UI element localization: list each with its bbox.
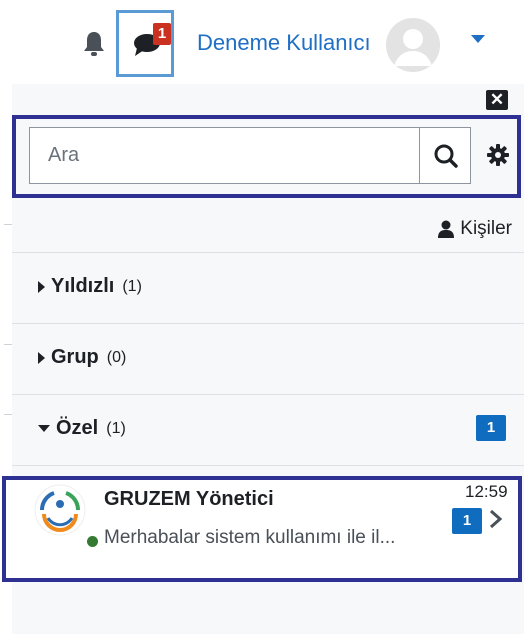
search-input[interactable] xyxy=(29,127,419,184)
bell-icon[interactable] xyxy=(82,30,106,58)
section-count: (0) xyxy=(106,348,127,366)
top-navbar: 1 Deneme Kullanıcı xyxy=(0,0,524,84)
caret-right-icon xyxy=(38,280,45,293)
section-count: (1) xyxy=(106,419,126,437)
contacts-link[interactable]: Kişiler xyxy=(438,218,512,240)
avatar-placeholder-icon xyxy=(386,18,440,72)
messages-toggle[interactable]: 1 xyxy=(116,10,174,77)
user-name-link[interactable]: Deneme Kullanıcı xyxy=(197,30,371,56)
search-button[interactable] xyxy=(419,127,471,184)
contacts-label: Kişiler xyxy=(460,218,512,239)
conversation-unread-badge: 1 xyxy=(452,508,482,534)
online-status-dot xyxy=(87,536,98,547)
messages-count-badge: 1 xyxy=(153,23,171,45)
gruzem-logo-icon xyxy=(34,484,86,536)
section-private[interactable]: Özel (1) 1 xyxy=(12,394,524,466)
section-group[interactable]: Grup (0) xyxy=(12,323,524,395)
caret-right-icon xyxy=(38,351,45,364)
conversation-preview: Merhabalar sistem kullanımı ile il... xyxy=(104,527,396,548)
caret-down-icon xyxy=(38,425,50,432)
user-avatar[interactable] xyxy=(386,18,440,72)
gear-icon[interactable] xyxy=(486,143,510,167)
section-title: Grup xyxy=(51,346,99,368)
conversation-name: GRUZEM Yönetici xyxy=(104,488,274,510)
section-title: Yıldızlı xyxy=(51,275,115,297)
user-icon xyxy=(438,220,455,238)
search-icon xyxy=(434,144,458,168)
caret-down-icon[interactable] xyxy=(471,35,485,43)
section-starred[interactable]: Yıldızlı (1) xyxy=(12,252,524,324)
conversation-time: 12:59 xyxy=(465,482,508,501)
chevron-right-icon[interactable] xyxy=(487,508,505,530)
section-title: Özel xyxy=(56,417,99,439)
unread-badge: 1 xyxy=(476,415,506,441)
section-divider xyxy=(12,465,524,475)
close-icon[interactable]: ✕ xyxy=(486,90,508,110)
contacts-row: Kişiler xyxy=(12,210,524,252)
section-count: (1) xyxy=(122,277,142,295)
